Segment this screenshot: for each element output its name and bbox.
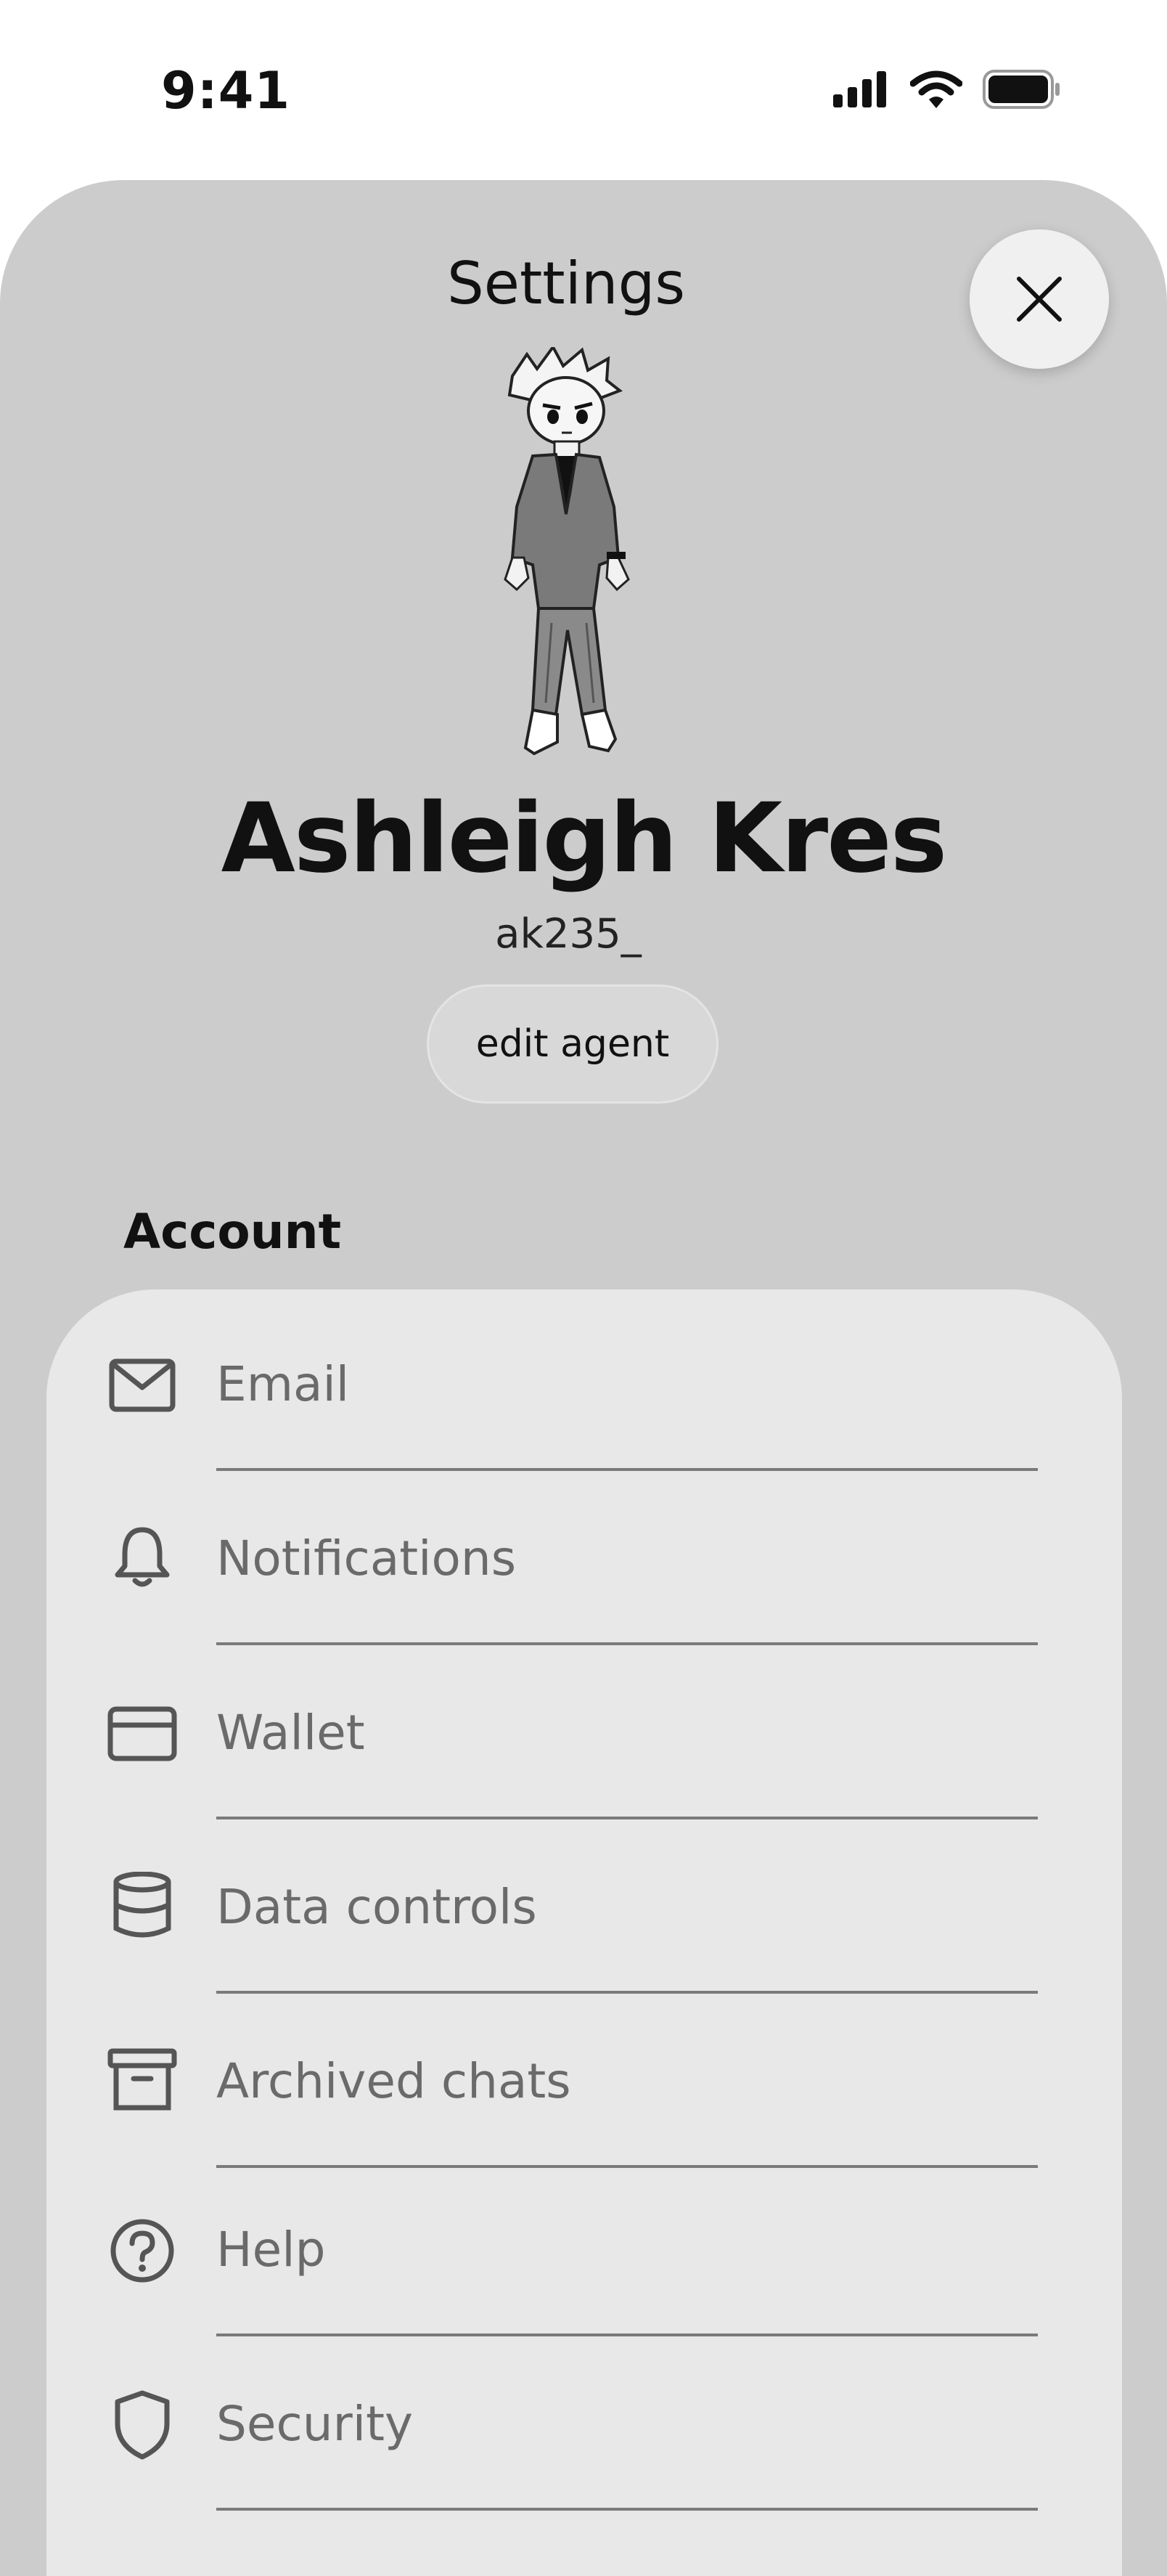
mail-icon xyxy=(106,1349,179,1422)
close-button[interactable] xyxy=(970,229,1109,369)
settings-row-help[interactable]: Help xyxy=(46,2182,1122,2349)
settings-row-email[interactable]: Email xyxy=(46,1311,1122,1478)
settings-row-wallet[interactable]: Wallet xyxy=(46,1660,1122,1827)
row-divider xyxy=(216,1642,1038,1645)
wifi-icon xyxy=(910,70,962,108)
row-divider xyxy=(216,2508,1038,2511)
settings-row-security[interactable]: Security xyxy=(46,2357,1122,2524)
row-label-data-controls: Data controls xyxy=(216,1879,537,1935)
profile-handle: ak235_ xyxy=(495,910,642,958)
row-label-email: Email xyxy=(216,1356,350,1412)
page-title: Settings xyxy=(446,250,686,317)
profile-name: Ashleigh Kres xyxy=(221,783,948,894)
settings-sheet: Settings Ashleigh Kres ak235_ edit agent… xyxy=(0,180,1167,2576)
battery-icon xyxy=(983,70,1060,109)
row-divider xyxy=(216,2334,1038,2336)
row-label-notifications: Notifications xyxy=(216,1530,517,1586)
row-label-archived-chats: Archived chats xyxy=(216,2053,571,2109)
row-divider xyxy=(216,1817,1038,1819)
avatar[interactable] xyxy=(491,347,665,762)
row-divider xyxy=(216,1468,1038,1471)
archive-icon xyxy=(106,2043,179,2116)
edit-agent-button[interactable]: edit agent xyxy=(427,985,718,1104)
bell-icon xyxy=(106,1520,179,1593)
shield-icon xyxy=(106,2389,179,2461)
row-label-wallet: Wallet xyxy=(216,1705,365,1761)
database-icon xyxy=(106,1869,179,1941)
close-icon xyxy=(1017,277,1062,322)
row-label-help: Help xyxy=(216,2222,326,2278)
status-bar: 9:41 xyxy=(0,0,1167,182)
help-icon xyxy=(106,2214,179,2287)
signal-icon xyxy=(833,71,886,107)
account-settings-card: Email Notifications Wallet Data controls xyxy=(46,1289,1122,2576)
row-label-security: Security xyxy=(216,2396,414,2452)
credit-card-icon xyxy=(106,1697,179,1770)
settings-row-notifications[interactable]: Notifications xyxy=(46,1485,1122,1652)
status-icons xyxy=(832,70,1061,109)
status-time: 9:41 xyxy=(161,61,291,121)
settings-row-archived-chats[interactable]: Archived chats xyxy=(46,2008,1122,2175)
row-divider xyxy=(216,2165,1038,2168)
row-divider xyxy=(216,1991,1038,1994)
settings-row-data-controls[interactable]: Data controls xyxy=(46,1834,1122,2001)
section-title-account: Account xyxy=(123,1204,342,1260)
